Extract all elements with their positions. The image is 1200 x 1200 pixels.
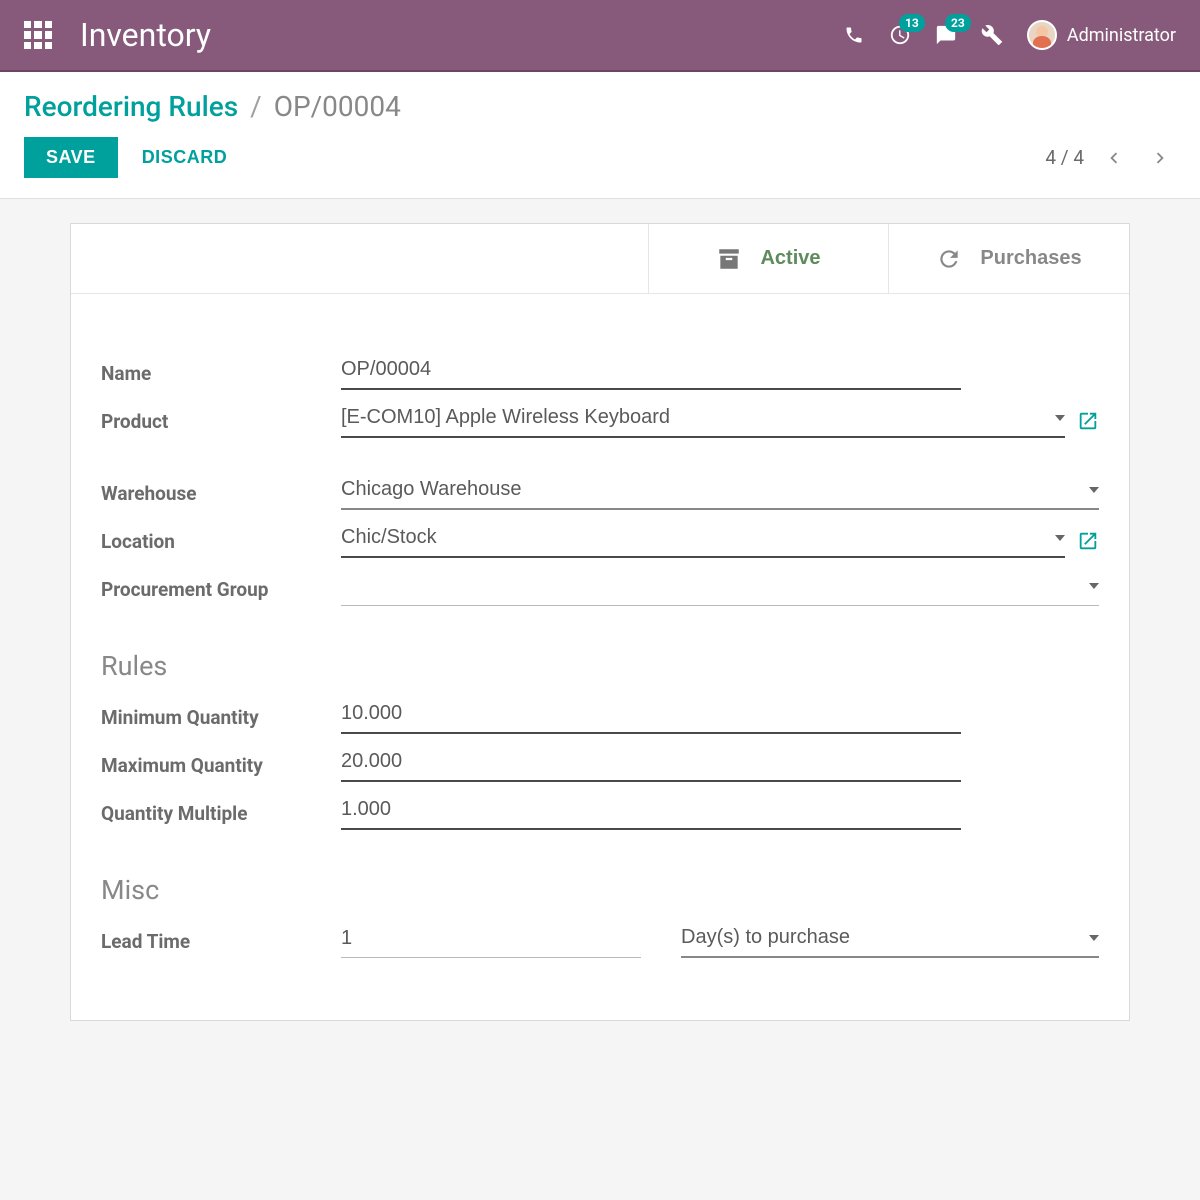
pager-next-button[interactable] xyxy=(1144,142,1176,174)
qty-multiple-label: Quantity Multiple xyxy=(101,802,341,825)
rules-section-title: Rules xyxy=(101,650,1099,682)
max-qty-label: Maximum Quantity xyxy=(101,754,341,777)
procurement-group-row: Procurement Group xyxy=(101,570,1099,608)
qty-multiple-row: Quantity Multiple xyxy=(101,794,1099,832)
messages-icon[interactable]: 23 xyxy=(935,24,957,46)
phone-icon[interactable] xyxy=(843,24,865,46)
product-row: Product xyxy=(101,402,1099,440)
save-button[interactable]: SAVE xyxy=(24,137,118,178)
external-link-icon[interactable] xyxy=(1077,530,1099,552)
lead-time-row: Lead Time xyxy=(101,922,1099,960)
archive-icon xyxy=(716,246,742,272)
external-link-icon[interactable] xyxy=(1077,410,1099,432)
chevron-down-icon xyxy=(1089,487,1099,493)
refresh-icon xyxy=(936,246,962,272)
warehouse-row: Warehouse xyxy=(101,474,1099,512)
breadcrumb-current: OP/00004 xyxy=(274,90,401,123)
breadcrumb: Reordering Rules / OP/00004 xyxy=(24,90,1176,123)
breadcrumb-parent-link[interactable]: Reordering Rules xyxy=(24,90,238,123)
lead-time-unit-select[interactable] xyxy=(681,924,1083,951)
form-body: Name Product xyxy=(71,294,1129,1020)
warehouse-label: Warehouse xyxy=(101,482,341,505)
procurement-group-label: Procurement Group xyxy=(101,578,341,601)
content-area: Active Purchases Name P xyxy=(0,199,1200,1045)
location-label: Location xyxy=(101,530,341,553)
pager-prev-button[interactable] xyxy=(1098,142,1130,174)
warehouse-select[interactable] xyxy=(341,476,1083,503)
tools-icon[interactable] xyxy=(981,24,1003,46)
max-qty-row: Maximum Quantity xyxy=(101,746,1099,784)
activities-icon[interactable]: 13 xyxy=(889,24,911,46)
avatar-icon xyxy=(1027,20,1057,50)
pager-text: 4 / 4 xyxy=(1045,146,1084,169)
purchases-label: Purchases xyxy=(980,247,1081,270)
apps-launcher-icon[interactable] xyxy=(24,21,52,49)
name-input[interactable] xyxy=(341,356,961,383)
pager: 4 / 4 xyxy=(1045,142,1176,174)
product-label: Product xyxy=(101,410,341,433)
procurement-group-select[interactable] xyxy=(341,573,1083,600)
min-qty-row: Minimum Quantity xyxy=(101,698,1099,736)
chevron-down-icon xyxy=(1055,415,1065,421)
purchases-stat-button[interactable]: Purchases xyxy=(889,224,1129,293)
qty-multiple-input[interactable] xyxy=(341,796,961,823)
location-row: Location xyxy=(101,522,1099,560)
top-navbar: Inventory 13 23 Administrator xyxy=(0,0,1200,72)
discard-button[interactable]: DISCARD xyxy=(142,147,228,168)
chevron-down-icon xyxy=(1055,535,1065,541)
activities-badge: 13 xyxy=(899,14,925,32)
location-select[interactable] xyxy=(341,524,1049,551)
app-title[interactable]: Inventory xyxy=(80,16,843,54)
messages-badge: 23 xyxy=(945,14,971,32)
name-label: Name xyxy=(101,362,341,385)
chevron-down-icon xyxy=(1089,583,1099,589)
active-toggle-button[interactable]: Active xyxy=(649,224,889,293)
button-box-spacer xyxy=(71,224,649,293)
active-label: Active xyxy=(760,247,820,270)
user-name: Administrator xyxy=(1067,25,1176,46)
max-qty-input[interactable] xyxy=(341,748,961,775)
lead-time-input[interactable] xyxy=(341,925,641,952)
stat-button-box: Active Purchases xyxy=(71,224,1129,294)
user-menu[interactable]: Administrator xyxy=(1027,20,1176,50)
min-qty-label: Minimum Quantity xyxy=(101,706,341,729)
form-sheet: Active Purchases Name P xyxy=(70,223,1130,1021)
product-select[interactable] xyxy=(341,404,1049,431)
chevron-down-icon xyxy=(1089,935,1099,941)
min-qty-input[interactable] xyxy=(341,700,961,727)
breadcrumb-separator: / xyxy=(250,90,262,123)
misc-section-title: Misc xyxy=(101,874,1099,906)
name-row: Name xyxy=(101,354,1099,392)
control-panel: Reordering Rules / OP/00004 SAVE DISCARD… xyxy=(0,72,1200,199)
lead-time-label: Lead Time xyxy=(101,930,341,953)
